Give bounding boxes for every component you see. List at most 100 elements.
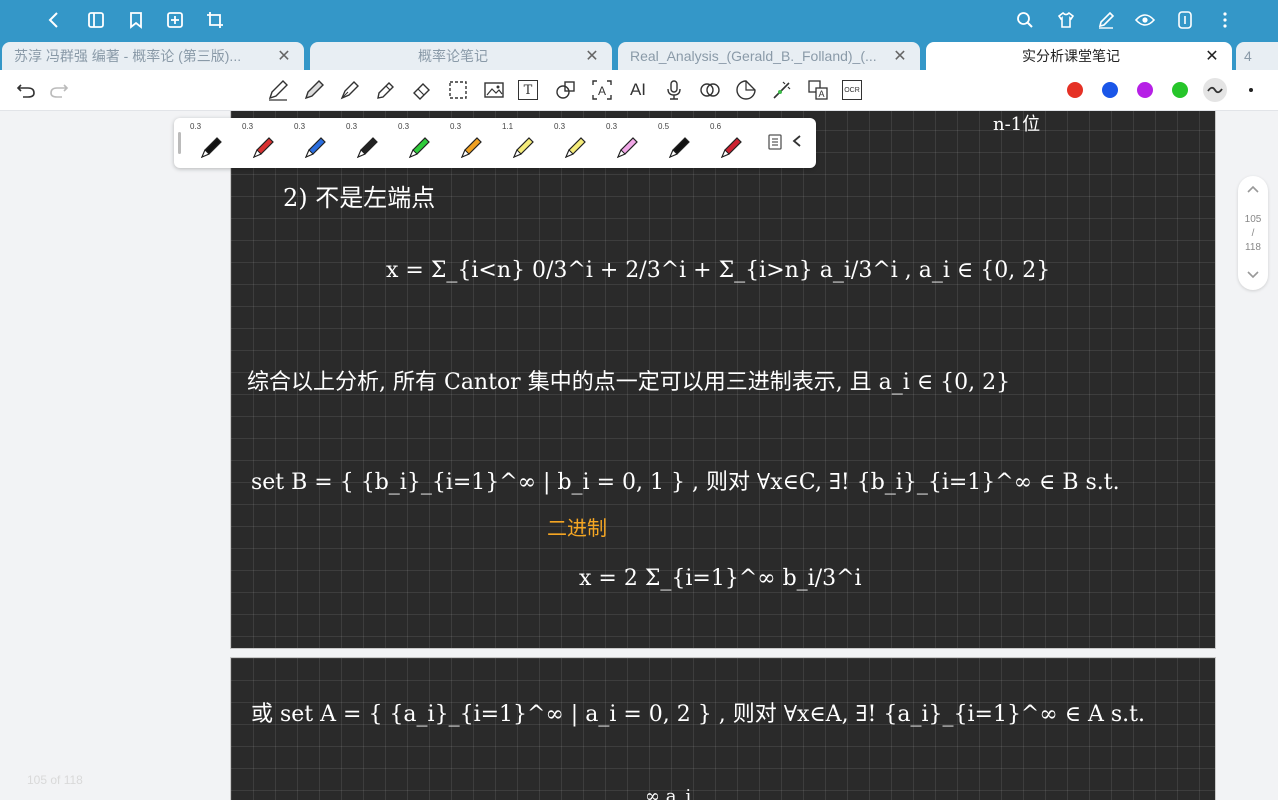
fountain-pen-icon[interactable] <box>338 78 362 102</box>
pen-icon <box>408 137 430 159</box>
tab-probability-notes[interactable]: 概率论笔记 ✕ <box>310 42 612 70</box>
collapse-chevron-icon[interactable] <box>792 134 808 150</box>
image-icon[interactable] <box>482 78 506 102</box>
close-icon[interactable]: ✕ <box>584 46 600 66</box>
pen-size-label: 0.6 <box>710 122 722 131</box>
laser-icon[interactable] <box>770 78 794 102</box>
pen-icon[interactable] <box>302 78 326 102</box>
pen-size-label: 0.3 <box>294 122 306 131</box>
scroll-down-icon[interactable] <box>1246 270 1260 283</box>
pen-preset-4[interactable]: 0.3 <box>342 122 390 164</box>
highlighter-icon[interactable] <box>374 78 398 102</box>
tab-count-label: 4 <box>1244 48 1252 64</box>
pen-preset-5[interactable]: 0.3 <box>394 122 442 164</box>
split-view-icon[interactable] <box>1173 8 1197 32</box>
pen-icon <box>356 137 378 159</box>
close-icon[interactable]: ✕ <box>276 46 292 66</box>
pen-size-label: 0.3 <box>398 122 410 131</box>
add-page-icon[interactable] <box>163 8 187 32</box>
pen-icon <box>252 137 274 159</box>
tab-probability-book[interactable]: 苏淳 冯群强 编著 - 概率论 (第三版)... ✕ <box>2 42 304 70</box>
note-formula-1: x = Σ_{i<n} 0/3^i + 2/3^i + Σ_{i>n} a_i/… <box>386 258 1051 283</box>
page-indicator: 105 of 118 <box>27 773 83 787</box>
bookmark-icon[interactable] <box>124 8 148 32</box>
book-icon[interactable] <box>84 8 108 32</box>
svg-text:A: A <box>818 89 824 99</box>
tab-label: Real_Analysis_(Gerald_B._Folland)_(... <box>630 48 877 64</box>
page-scroller[interactable]: 105 / 118 <box>1238 176 1268 290</box>
text-tool-label: T <box>523 82 533 98</box>
pen-preset-11[interactable]: 0.6 <box>706 122 754 164</box>
pen-icon <box>616 137 638 159</box>
pen-preset-6[interactable]: 0.3 <box>446 122 494 164</box>
microphone-icon[interactable] <box>662 78 686 102</box>
color-red-swatch[interactable] <box>1067 82 1083 98</box>
translate-icon[interactable]: A <box>806 78 830 102</box>
pen-settings-icon[interactable] <box>768 134 784 150</box>
ocr-icon[interactable]: OCR <box>842 80 862 100</box>
stroke-style-icon[interactable] <box>1203 78 1227 102</box>
text-icon[interactable]: T <box>518 80 538 100</box>
pencil-icon[interactable] <box>266 78 290 102</box>
crop-icon[interactable] <box>203 8 227 32</box>
close-icon[interactable]: ✕ <box>892 46 908 66</box>
redo-icon[interactable] <box>47 78 71 102</box>
pen-icon <box>200 137 222 159</box>
eraser-icon[interactable] <box>410 78 434 102</box>
shirt-icon[interactable] <box>1054 8 1078 32</box>
tab-bar: 苏淳 冯群强 编著 - 概率论 (第三版)... ✕ 概率论笔记 ✕ Real_… <box>0 40 1278 70</box>
search-icon[interactable] <box>1013 8 1037 32</box>
lasso-icon[interactable] <box>446 78 470 102</box>
pen-icon <box>460 137 482 159</box>
page-total: 118 <box>1245 242 1261 253</box>
pen-preset-9[interactable]: 0.3 <box>602 122 650 164</box>
pen-preset-2[interactable]: 0.3 <box>238 122 286 164</box>
note-ternary-annotation: 二进制 <box>547 516 607 540</box>
more-icon[interactable] <box>1213 8 1237 32</box>
color-green-swatch[interactable] <box>1172 82 1188 98</box>
note-page-106[interactable]: 或 set A = { {a_i}_{i=1}^∞ | a_i = 0, 2 }… <box>230 657 1216 800</box>
svg-text:A: A <box>598 84 606 98</box>
pen-icon <box>304 137 326 159</box>
color-blue-swatch[interactable] <box>1102 82 1118 98</box>
pen-icon[interactable] <box>1094 8 1118 32</box>
drag-handle[interactable] <box>178 132 181 154</box>
back-icon[interactable] <box>42 8 66 32</box>
pen-preset-10[interactable]: 0.5 <box>654 122 702 164</box>
tab-label: 苏淳 冯群强 编著 - 概率论 (第三版)... <box>14 48 242 64</box>
note-fragment-top: n-1位 <box>993 114 1041 135</box>
pen-preset-8[interactable]: 0.3 <box>550 122 598 164</box>
color-purple-swatch[interactable] <box>1137 82 1153 98</box>
pen-icon <box>668 137 690 159</box>
note-page-105[interactable]: n-1位 2) 不是左端点 x = Σ_{i<n} 0/3^i + 2/3^i … <box>230 111 1216 649</box>
pen-palette: 0.3 0.3 0.3 0.3 0.3 0.3 1.1 0.3 0.3 0.5 0.6 <box>174 118 816 168</box>
scroll-up-icon[interactable] <box>1246 184 1260 197</box>
ocr-tool-label: OCR <box>844 86 860 94</box>
pen-icon <box>512 137 534 159</box>
close-icon[interactable]: ✕ <box>1204 46 1220 66</box>
pen-preset-7[interactable]: 1.1 <box>498 122 546 164</box>
pen-size-label: 0.3 <box>450 122 462 131</box>
pen-size-label: 0.3 <box>190 122 202 131</box>
notebook-canvas[interactable]: n-1位 2) 不是左端点 x = Σ_{i<n} 0/3^i + 2/3^i … <box>0 111 1278 800</box>
ocr-text-icon[interactable]: A <box>590 78 614 102</box>
dot-size-icon[interactable] <box>1239 78 1263 102</box>
note-fragment-bottom: ∞ a_i <box>645 786 692 800</box>
undo-icon[interactable] <box>14 78 38 102</box>
eye-icon[interactable] <box>1133 8 1157 32</box>
link-icon[interactable] <box>698 78 722 102</box>
note-case-2: 2) 不是左端点 <box>283 184 436 212</box>
ai-icon[interactable]: AI <box>626 78 650 102</box>
sticker-icon[interactable] <box>734 78 758 102</box>
pen-size-label: 0.3 <box>346 122 358 131</box>
top-bar <box>0 0 1278 40</box>
tab-real-analysis-book[interactable]: Real_Analysis_(Gerald_B._Folland)_(... ✕ <box>618 42 920 70</box>
tab-label: 实分析课堂笔记 <box>1022 48 1120 64</box>
pen-preset-3[interactable]: 0.3 <box>290 122 338 164</box>
tab-count[interactable]: 4 <box>1236 42 1278 70</box>
note-summary: 综合以上分析, 所有 Cantor 集中的点一定可以用三进制表示, 且 a_i … <box>247 370 1011 395</box>
shapes-icon[interactable] <box>554 78 578 102</box>
tab-real-analysis-notes[interactable]: 实分析课堂笔记 ✕ <box>926 42 1232 70</box>
pen-preset-1[interactable]: 0.3 <box>186 122 234 164</box>
tab-label: 概率论笔记 <box>418 48 488 64</box>
